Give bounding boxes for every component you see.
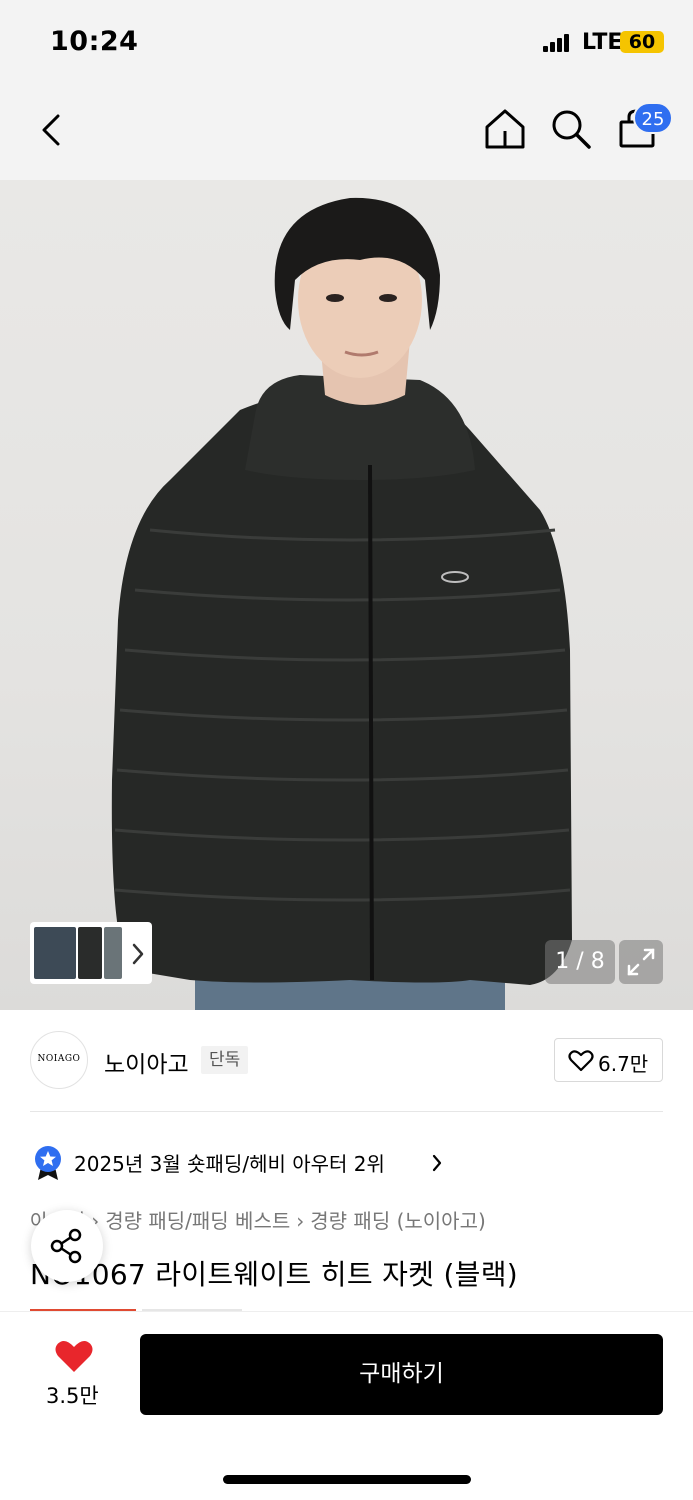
thumbnail-2[interactable] bbox=[78, 927, 102, 979]
back-icon[interactable] bbox=[36, 108, 70, 152]
breadcrumb-item[interactable]: 경량 패딩 (노이아고) bbox=[310, 1209, 486, 1233]
heart-outline-icon bbox=[568, 1050, 594, 1072]
thumbnail-3[interactable] bbox=[104, 927, 122, 979]
chevron-right-icon[interactable] bbox=[430, 1153, 444, 1173]
cart-count-badge[interactable]: 25 bbox=[633, 102, 673, 134]
signal-icon bbox=[543, 34, 575, 52]
wish-count: 3.5만 bbox=[46, 1384, 99, 1408]
search-icon[interactable] bbox=[549, 107, 593, 151]
buy-button[interactable]: 구매하기 bbox=[140, 1334, 663, 1415]
thumbnail-1[interactable] bbox=[34, 927, 76, 979]
brand-logo-text: NOIAGO bbox=[37, 1054, 81, 1064]
brand-like-button[interactable]: 6.7만 bbox=[554, 1038, 663, 1082]
expand-icon bbox=[627, 948, 655, 976]
breadcrumb-item[interactable]: 경량 패딩/패딩 베스트 bbox=[105, 1209, 290, 1233]
chevron-right-icon[interactable] bbox=[128, 939, 148, 969]
heart-filled-icon[interactable] bbox=[54, 1339, 94, 1375]
breadcrumb-separator: › bbox=[296, 1209, 305, 1233]
image-counter: 1 / 8 bbox=[545, 940, 615, 984]
home-indicator bbox=[223, 1475, 471, 1484]
ranking-text[interactable]: 2025년 3월 숏패딩/헤비 아우터 2위 bbox=[74, 1148, 385, 1177]
home-icon[interactable] bbox=[483, 107, 527, 151]
divider bbox=[30, 1111, 663, 1112]
brand-name[interactable]: 노이아고 bbox=[104, 1045, 189, 1079]
product-title: NO1067 라이트웨이트 히트 자켓 (블랙) bbox=[30, 1258, 519, 1291]
ribbon-badge-icon bbox=[35, 1146, 61, 1180]
status-time: 10:24 bbox=[50, 26, 139, 57]
expand-button[interactable] bbox=[619, 940, 663, 984]
exclusive-tag: 단독 bbox=[201, 1046, 249, 1074]
product-image[interactable] bbox=[0, 180, 693, 1010]
battery-icon: 60 bbox=[620, 31, 664, 53]
share-icon bbox=[50, 1228, 82, 1264]
model-photo bbox=[111, 197, 573, 1010]
brand-logo[interactable]: NOIAGO bbox=[30, 1031, 88, 1089]
brand-like-count: 6.7만 bbox=[598, 1052, 649, 1076]
status-bar: 10:24 LTE 60 bbox=[0, 0, 693, 85]
network-type: LTE bbox=[582, 30, 623, 55]
share-button[interactable] bbox=[31, 1210, 103, 1282]
